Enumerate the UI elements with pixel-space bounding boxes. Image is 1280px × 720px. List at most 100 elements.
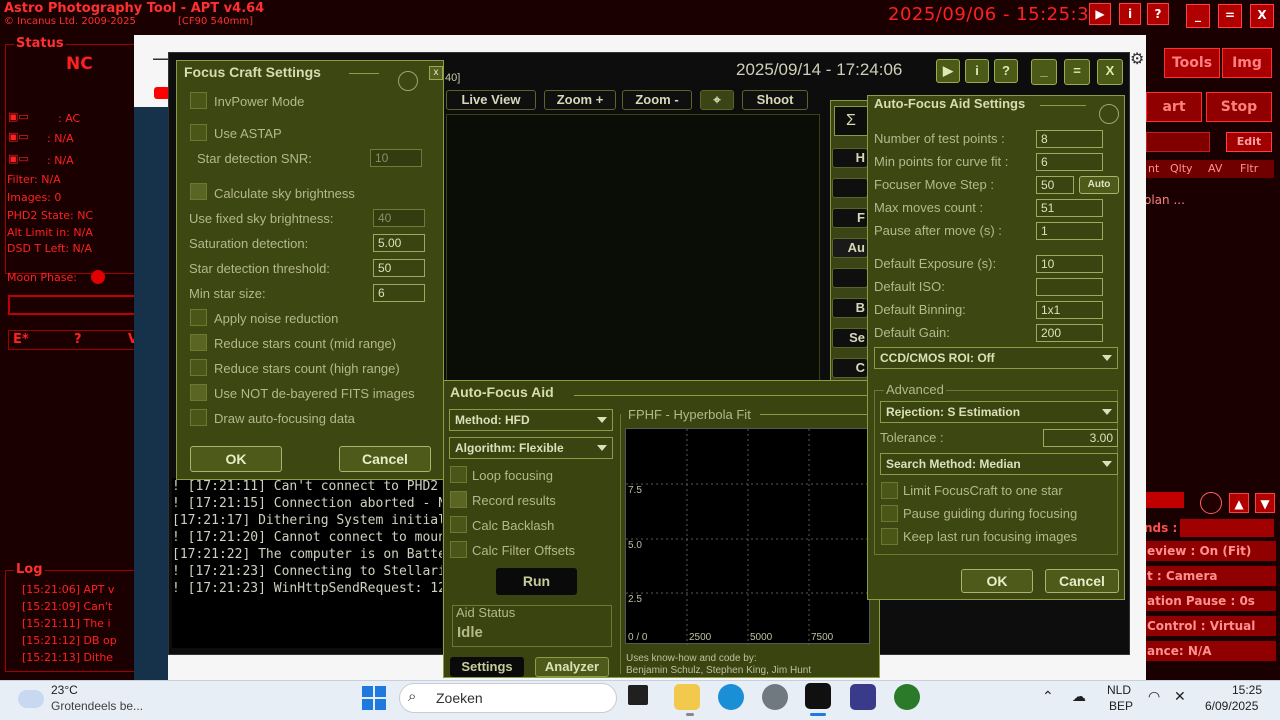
exposure-field[interactable]: 10 bbox=[1036, 255, 1103, 273]
weather-desc[interactable]: Grotendeels be... bbox=[51, 699, 143, 713]
stop-button[interactable]: Stop bbox=[1206, 92, 1272, 122]
star-snr-field[interactable]: 10 bbox=[370, 149, 422, 167]
saturation-field[interactable]: 5.00 bbox=[373, 234, 425, 252]
apt-app-icon[interactable] bbox=[805, 683, 831, 709]
crosshair-icon[interactable]: ⌖ bbox=[700, 90, 734, 110]
chevron-up-icon[interactable]: ⌃ bbox=[1042, 688, 1054, 705]
pause-guiding-checkbox[interactable] bbox=[881, 505, 898, 522]
focus-craft-cancel-button[interactable]: Cancel bbox=[339, 446, 431, 472]
af-settings-ok-button[interactable]: OK bbox=[961, 569, 1033, 593]
lang-code[interactable]: NLD bbox=[1107, 683, 1131, 697]
clock-date[interactable]: 6/09/2025 bbox=[1205, 699, 1258, 713]
taskbar-search[interactable]: ⌕ Zoeken bbox=[399, 683, 617, 713]
focus-craft-ok-button[interactable]: OK bbox=[190, 446, 282, 472]
loop-checkbox[interactable] bbox=[450, 466, 467, 483]
tab-tools[interactable]: Tools bbox=[1164, 48, 1220, 78]
calc-sky-checkbox[interactable] bbox=[190, 183, 207, 200]
help-icon[interactable]: ? bbox=[1147, 3, 1169, 25]
e-button[interactable]: E* bbox=[13, 332, 29, 347]
side-tab[interactable]: F bbox=[832, 208, 868, 228]
reduce-high-checkbox[interactable] bbox=[190, 359, 207, 376]
close-icon[interactable]: x bbox=[429, 66, 443, 80]
use-astap-checkbox[interactable] bbox=[190, 124, 207, 141]
app-globe-icon[interactable] bbox=[762, 684, 788, 710]
move-step-field[interactable]: 50 bbox=[1036, 176, 1074, 194]
tab-img[interactable]: Img bbox=[1222, 48, 1272, 78]
max-moves-field[interactable]: 51 bbox=[1036, 199, 1103, 217]
clock-time[interactable]: 15:25 bbox=[1232, 683, 1262, 697]
info-icon[interactable]: i bbox=[965, 59, 989, 83]
edge-icon[interactable] bbox=[718, 684, 744, 710]
side-tab-autofocus[interactable]: Au bbox=[832, 238, 868, 258]
record-checkbox[interactable] bbox=[450, 491, 467, 508]
weather-temp[interactable]: 23°C bbox=[51, 683, 78, 697]
red-close-button[interactable]: X bbox=[1250, 4, 1274, 28]
lang-layout[interactable]: BEP bbox=[1109, 699, 1133, 713]
algorithm-select[interactable]: Algorithm: Flexible bbox=[449, 437, 613, 459]
pause-after-move-field[interactable]: 1 bbox=[1036, 222, 1103, 240]
zoom-out-button[interactable]: Zoom - bbox=[622, 90, 692, 110]
side-tab[interactable] bbox=[832, 178, 868, 198]
image-preview[interactable] bbox=[446, 114, 820, 386]
task-view-icon[interactable] bbox=[628, 685, 648, 705]
limit-star-checkbox[interactable] bbox=[881, 482, 898, 499]
weather-icon[interactable] bbox=[18, 690, 44, 708]
play-icon[interactable]: ▶ bbox=[936, 59, 960, 83]
settings-button[interactable]: Settings bbox=[450, 657, 524, 677]
plan-select[interactable] bbox=[1146, 132, 1210, 152]
red-minimize-button[interactable]: _ bbox=[1186, 4, 1210, 28]
fixed-sky-field[interactable]: 40 bbox=[373, 209, 425, 227]
up-button[interactable]: ▲ bbox=[1229, 493, 1249, 513]
tolerance-field[interactable]: 3.00 bbox=[1043, 429, 1118, 447]
af-settings-cancel-button[interactable]: Cancel bbox=[1045, 569, 1119, 593]
wifi-icon[interactable]: ◠ bbox=[1148, 688, 1160, 705]
live-view-button[interactable]: Live View bbox=[446, 90, 536, 110]
preview-select[interactable]: eview : On (Fit) bbox=[1143, 541, 1276, 561]
min-star-size-field[interactable]: 6 bbox=[373, 284, 425, 302]
auto-button[interactable]: Auto bbox=[1079, 176, 1119, 194]
analyzer-button[interactable]: Analyzer bbox=[535, 657, 609, 677]
control-select[interactable]: Control : Virtual bbox=[1143, 616, 1276, 636]
phd2-icon[interactable] bbox=[894, 684, 920, 710]
iso-field[interactable] bbox=[1036, 278, 1103, 296]
method-select[interactable]: Method: HFD bbox=[449, 409, 613, 431]
threshold-field[interactable]: 50 bbox=[373, 259, 425, 277]
keep-images-checkbox[interactable] bbox=[881, 528, 898, 545]
run-button[interactable]: Run bbox=[496, 568, 577, 595]
test-points-field[interactable]: 8 bbox=[1036, 130, 1103, 148]
side-tab[interactable]: Se bbox=[832, 328, 868, 348]
invpower-checkbox[interactable] bbox=[190, 92, 207, 109]
side-tab[interactable] bbox=[832, 268, 868, 288]
reduce-mid-checkbox[interactable] bbox=[190, 334, 207, 351]
side-tab[interactable]: H bbox=[832, 148, 868, 168]
maximize-button[interactable]: = bbox=[1064, 59, 1090, 85]
side-tab[interactable]: C bbox=[832, 358, 868, 378]
target-select[interactable]: t : Camera bbox=[1143, 566, 1276, 586]
seconds-field[interactable] bbox=[1180, 519, 1274, 537]
roi-select[interactable]: CCD/CMOS ROI: Off bbox=[874, 347, 1118, 369]
red-maximize-button[interactable]: = bbox=[1218, 4, 1242, 28]
not-debayer-checkbox[interactable] bbox=[190, 384, 207, 401]
minimize-button[interactable]: _ bbox=[1031, 59, 1057, 85]
sigma-tab[interactable]: Σ bbox=[834, 106, 868, 136]
backlash-checkbox[interactable] bbox=[450, 516, 467, 533]
distance-select[interactable]: ance: N/A bbox=[1143, 641, 1276, 661]
windows-start-icon[interactable] bbox=[362, 686, 386, 710]
filter-offsets-checkbox[interactable] bbox=[450, 541, 467, 558]
down-button[interactable]: ▼ bbox=[1255, 493, 1275, 513]
start-button[interactable]: art bbox=[1146, 92, 1202, 122]
draw-data-checkbox[interactable] bbox=[190, 409, 207, 426]
gain-field[interactable]: 200 bbox=[1036, 324, 1103, 342]
q-button[interactable]: ? bbox=[74, 332, 82, 347]
stellarium-icon[interactable] bbox=[850, 684, 876, 710]
search-method-select[interactable]: Search Method: Median bbox=[880, 453, 1118, 475]
shoot-button[interactable]: Shoot bbox=[742, 90, 808, 110]
edit-button[interactable]: Edit bbox=[1226, 132, 1272, 152]
rejection-select[interactable]: Rejection: S Estimation bbox=[880, 401, 1118, 423]
play-icon[interactable]: ▶ bbox=[1089, 3, 1111, 25]
cloud-icon[interactable]: ☁ bbox=[1072, 688, 1086, 705]
help-icon[interactable]: ? bbox=[994, 59, 1018, 83]
pause-select[interactable]: ation Pause : 0s bbox=[1143, 591, 1276, 611]
file-explorer-icon[interactable] bbox=[674, 684, 700, 710]
extensions-gear-icon[interactable]: ⚙ bbox=[1130, 49, 1144, 69]
